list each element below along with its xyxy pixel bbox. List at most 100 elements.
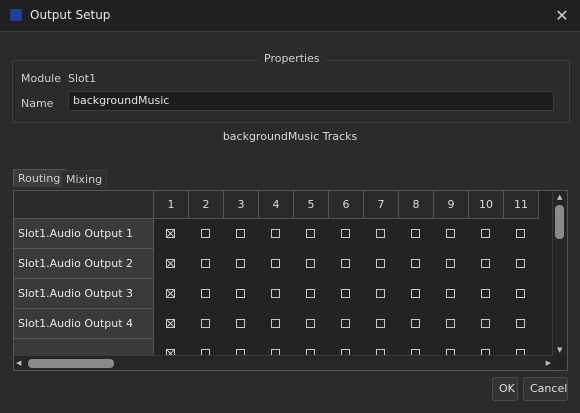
routing-checkbox[interactable] [201, 289, 210, 298]
routing-checkbox[interactable] [446, 259, 455, 268]
routing-checkbox[interactable] [271, 259, 280, 268]
routing-cell [504, 219, 539, 249]
column-header: 8 [399, 191, 434, 219]
column-header: 4 [259, 191, 294, 219]
routing-checkbox[interactable] [411, 289, 420, 298]
routing-cell [504, 309, 539, 339]
routing-checkbox[interactable] [236, 229, 245, 238]
routing-checkbox[interactable] [166, 289, 175, 298]
column-header: 10 [469, 191, 504, 219]
routing-checkbox[interactable] [201, 229, 210, 238]
ok-button[interactable]: OK [492, 377, 518, 401]
routing-checkbox[interactable] [446, 229, 455, 238]
tracks-title: backgroundMusic Tracks [222, 130, 358, 143]
tab-mixing[interactable]: Mixing [61, 170, 108, 188]
column-header: 1 [154, 191, 189, 219]
routing-cell [364, 309, 399, 339]
vertical-scrollbar[interactable]: ▲ ▼ [552, 191, 567, 356]
routing-checkbox[interactable] [341, 259, 350, 268]
routing-cell [469, 309, 504, 339]
scroll-right-icon[interactable]: ▶ [546, 359, 551, 367]
routing-cell [224, 219, 259, 249]
column-header: 6 [329, 191, 364, 219]
row-header: Slot1.Audio Output 2 [14, 249, 154, 279]
routing-checkbox[interactable] [376, 229, 385, 238]
app-icon [10, 9, 22, 21]
routing-checkbox[interactable] [271, 319, 280, 328]
scroll-up-icon[interactable]: ▲ [557, 193, 562, 201]
routing-cell [329, 309, 364, 339]
table-corner [14, 191, 154, 219]
routing-checkbox[interactable] [376, 289, 385, 298]
close-button[interactable]: ✕ [544, 0, 580, 31]
routing-cell [294, 279, 329, 309]
row-header: Slot1.Audio Output 1 [14, 219, 154, 249]
routing-checkbox[interactable] [201, 319, 210, 328]
row-header: Slot1.Audio Output 4 [14, 309, 154, 339]
routing-checkbox[interactable] [376, 259, 385, 268]
routing-checkbox[interactable] [411, 229, 420, 238]
column-header: 7 [364, 191, 399, 219]
routing-checkbox[interactable] [411, 259, 420, 268]
routing-checkbox[interactable] [341, 289, 350, 298]
routing-cell [259, 219, 294, 249]
routing-checkbox[interactable] [481, 319, 490, 328]
routing-checkbox[interactable] [516, 229, 525, 238]
routing-checkbox[interactable] [236, 319, 245, 328]
routing-checkbox[interactable] [166, 229, 175, 238]
routing-checkbox[interactable] [306, 259, 315, 268]
routing-cell [329, 219, 364, 249]
routing-cell [399, 309, 434, 339]
routing-checkbox[interactable] [446, 319, 455, 328]
routing-cell [189, 279, 224, 309]
routing-cell [399, 279, 434, 309]
routing-cell [154, 309, 189, 339]
routing-checkbox[interactable] [481, 259, 490, 268]
routing-cell [364, 279, 399, 309]
routing-checkbox[interactable] [481, 229, 490, 238]
routing-cell [189, 309, 224, 339]
routing-cell [469, 219, 504, 249]
routing-checkbox[interactable] [341, 319, 350, 328]
routing-checkbox[interactable] [201, 259, 210, 268]
column-header: 5 [294, 191, 329, 219]
routing-cell [259, 249, 294, 279]
column-header: 11 [504, 191, 539, 219]
routing-checkbox[interactable] [271, 289, 280, 298]
horizontal-scrollbar[interactable]: ◀ ▶ [14, 355, 553, 370]
routing-checkbox[interactable] [516, 319, 525, 328]
routing-cell [329, 279, 364, 309]
routing-checkbox[interactable] [411, 319, 420, 328]
routing-checkbox[interactable] [166, 319, 175, 328]
routing-checkbox[interactable] [446, 289, 455, 298]
scroll-down-icon[interactable]: ▼ [557, 346, 562, 354]
routing-checkbox[interactable] [516, 259, 525, 268]
routing-checkbox[interactable] [236, 289, 245, 298]
routing-checkbox[interactable] [306, 319, 315, 328]
routing-checkbox[interactable] [341, 229, 350, 238]
routing-checkbox[interactable] [236, 259, 245, 268]
name-field[interactable]: backgroundMusic [68, 91, 554, 111]
routing-cell [434, 309, 469, 339]
vertical-scroll-thumb[interactable] [555, 205, 564, 239]
routing-checkbox[interactable] [166, 259, 175, 268]
routing-cell [399, 219, 434, 249]
routing-cell [154, 249, 189, 279]
routing-checkbox[interactable] [376, 319, 385, 328]
routing-checkbox[interactable] [271, 229, 280, 238]
routing-cell [259, 279, 294, 309]
routing-checkbox[interactable] [516, 289, 525, 298]
routing-cell [294, 249, 329, 279]
routing-cell [504, 249, 539, 279]
name-label: Name [21, 97, 54, 110]
routing-checkbox[interactable] [306, 289, 315, 298]
cancel-button[interactable]: Cancel [523, 377, 568, 401]
scroll-left-icon[interactable]: ◀ [16, 359, 21, 367]
routing-cell [224, 249, 259, 279]
routing-cell [224, 309, 259, 339]
horizontal-scroll-thumb[interactable] [28, 359, 114, 368]
routing-checkbox[interactable] [306, 229, 315, 238]
routing-cell [434, 279, 469, 309]
tab-routing[interactable]: Routing [13, 169, 66, 187]
routing-checkbox[interactable] [481, 289, 490, 298]
